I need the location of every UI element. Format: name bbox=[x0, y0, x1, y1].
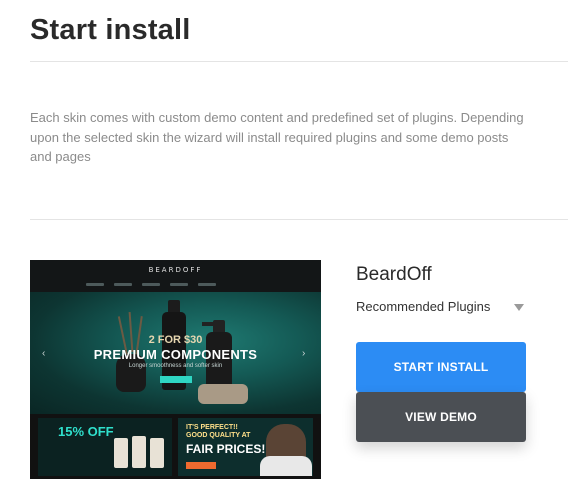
preview-hero-line3: Longer smoothness and softer skin bbox=[128, 363, 223, 369]
chevron-right-icon: › bbox=[302, 348, 306, 359]
preview-promo-discount: 15% OFF bbox=[38, 418, 172, 476]
recommended-plugins-toggle[interactable]: Recommended Plugins bbox=[356, 299, 526, 314]
preview-brand: BEARDOFF bbox=[30, 260, 321, 278]
start-install-button[interactable]: START INSTALL bbox=[356, 342, 526, 392]
preview-hero-line2: PREMIUM COMPONENTS bbox=[93, 347, 258, 362]
preview-hero-line1: 2 FOR $30 bbox=[148, 334, 203, 346]
intro-text: Each skin comes with custom demo content… bbox=[30, 110, 524, 164]
preview-hero: 2 FOR $30 PREMIUM COMPONENTS Longer smoo… bbox=[30, 292, 321, 414]
recommended-plugins-label: Recommended Plugins bbox=[356, 299, 491, 314]
page-title: Start install bbox=[30, 14, 191, 46]
preview-promos: 15% OFF IT'S PERFECT!! GOOD QUALITY AT F… bbox=[30, 414, 321, 479]
preview-promo2-line3: FAIR PRICES! bbox=[186, 442, 266, 456]
section-divider bbox=[30, 219, 568, 220]
view-demo-button[interactable]: VIEW DEMO bbox=[356, 392, 526, 442]
title-divider bbox=[30, 61, 568, 62]
preview-promo2-line2: GOOD QUALITY AT bbox=[186, 432, 251, 439]
preview-promo1-text: 15% OFF bbox=[58, 424, 114, 439]
skin-name: BeardOff bbox=[356, 264, 432, 285]
preview-promo-fair-prices: IT'S PERFECT!! GOOD QUALITY AT FAIR PRIC… bbox=[178, 418, 313, 476]
preview-promo2-line1: IT'S PERFECT!! bbox=[186, 424, 238, 431]
caret-down-icon bbox=[514, 304, 524, 311]
preview-nav bbox=[30, 278, 321, 293]
chevron-left-icon: ‹ bbox=[42, 348, 46, 359]
skin-preview-image: BEARDOFF 2 FOR $30 PREMIUM COMPONENTS Lo… bbox=[30, 260, 321, 479]
preview-hero-button bbox=[160, 376, 192, 383]
